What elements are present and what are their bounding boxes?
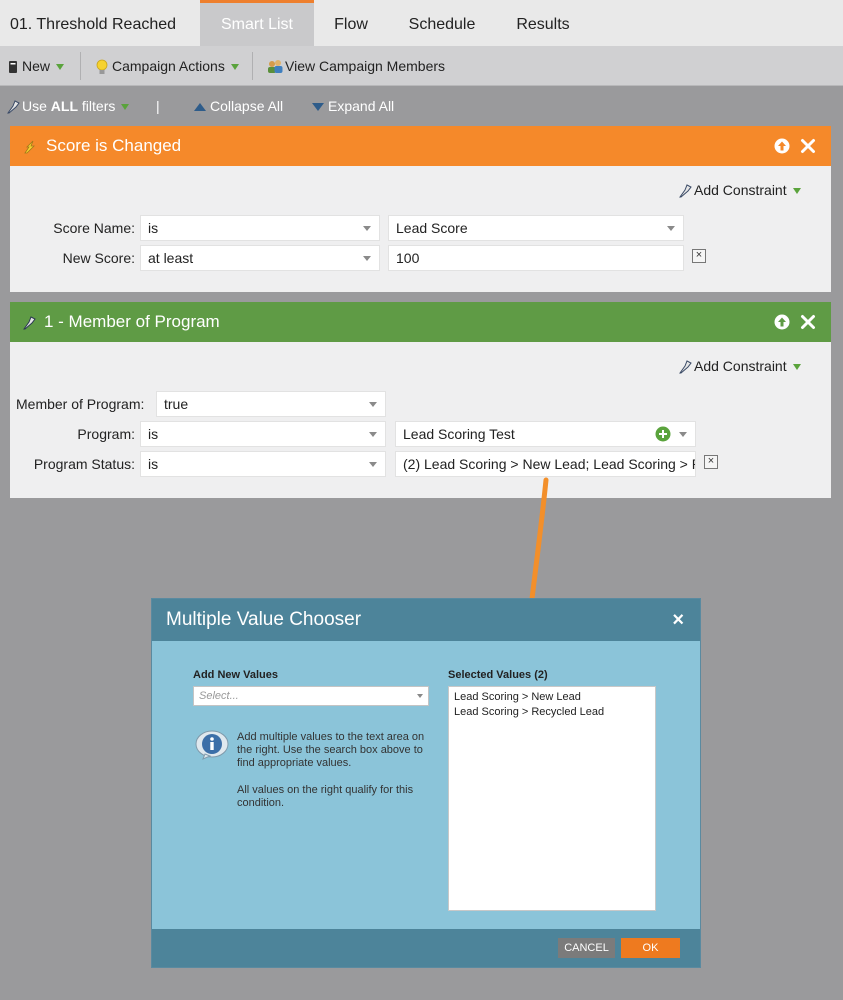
add-new-values-label: Add New Values (193, 669, 278, 681)
help-text-line: find appropriate values. (237, 757, 352, 769)
help-text-line: the right. Use the search box above to (237, 744, 423, 756)
dialog-header: Multiple Value Chooser × (152, 599, 700, 641)
selected-values-textarea[interactable]: Lead Scoring > New Lead Lead Scoring > R… (448, 686, 656, 911)
dialog-footer: CANCEL OK (152, 929, 700, 967)
ok-button[interactable]: OK (621, 938, 680, 958)
selected-value-item: Lead Scoring > New Lead (454, 691, 581, 703)
cancel-button[interactable]: CANCEL (558, 938, 615, 958)
selected-value-item: Lead Scoring > Recycled Lead (454, 706, 605, 718)
value-search-select[interactable]: Select... (193, 686, 429, 706)
close-icon[interactable]: × (672, 599, 684, 641)
select-placeholder: Select... (199, 690, 239, 702)
help-text-line: All values on the right qualify for this (237, 784, 414, 796)
help-text-line: Add multiple values to the text area on (237, 731, 425, 743)
help-text-line: condition. (237, 797, 285, 809)
multiple-value-chooser-dialog: Multiple Value Chooser × Add New Values … (151, 598, 701, 968)
dialog-title: Multiple Value Chooser (166, 609, 362, 630)
info-icon (195, 730, 229, 760)
dropdown-arrow-icon (417, 694, 423, 698)
selected-values-label: Selected Values (2) (448, 669, 548, 681)
